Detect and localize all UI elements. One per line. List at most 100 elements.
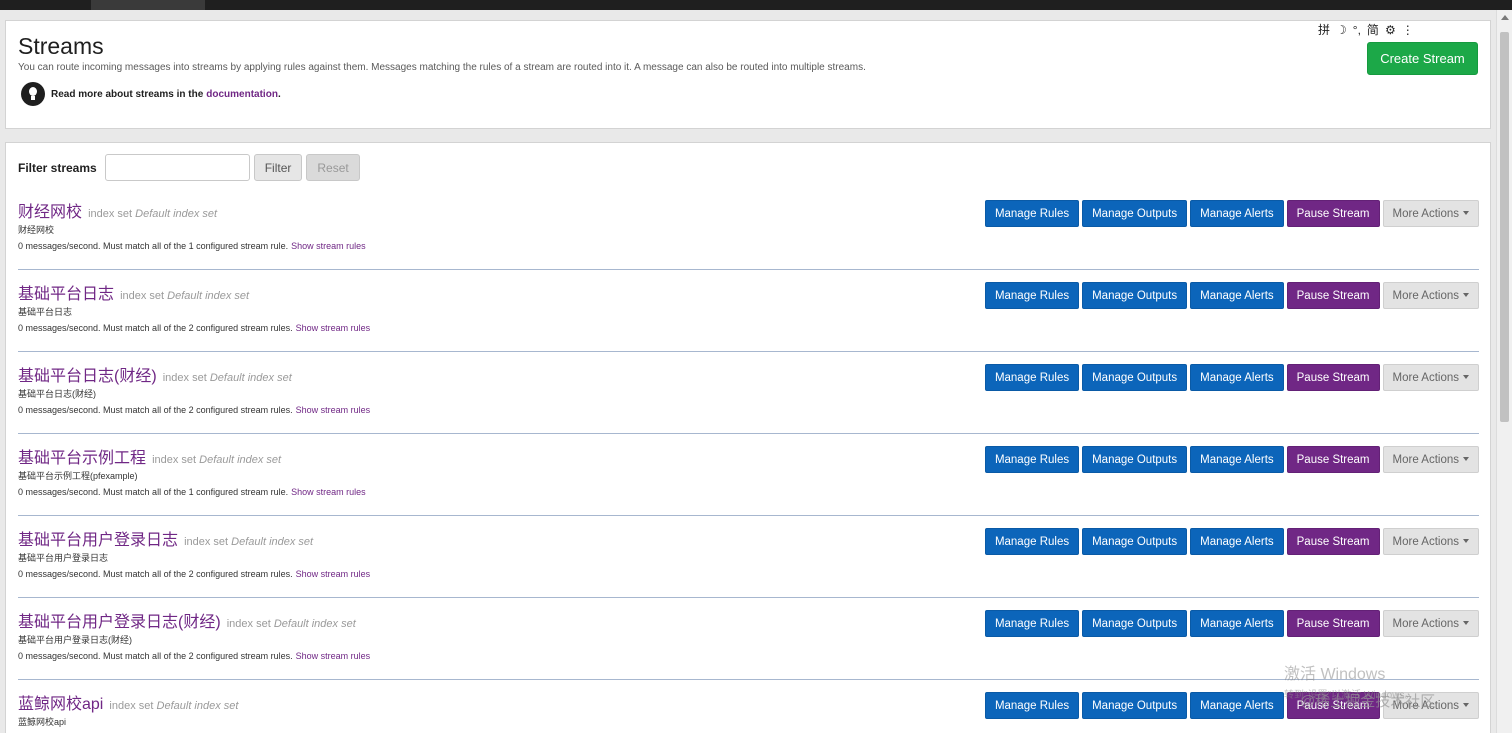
stream-title-link[interactable]: 基础平台示例工程 [18, 450, 146, 467]
stream-meta-text: 0 messages/second. Must match all of the… [18, 323, 293, 333]
filter-input[interactable] [104, 154, 250, 181]
more-actions-label: More Actions [1392, 453, 1459, 466]
stream-actions: Manage Rules Manage Outputs Manage Alerts P… [984, 200, 1479, 227]
stream-description: 财经网校 [18, 225, 55, 235]
pause-stream-button[interactable]: Pause Stream [1286, 610, 1380, 637]
manage-rules-button[interactable]: Manage Rules [984, 692, 1080, 719]
pause-stream-button[interactable]: Pause Stream [1286, 446, 1380, 473]
manage-alerts-button[interactable]: Manage Alerts [1190, 446, 1284, 473]
more-actions-button[interactable]: More Actions [1382, 446, 1479, 473]
page-title: Streams [18, 33, 104, 59]
more-actions-button[interactable]: More Actions [1382, 692, 1479, 719]
stream-title-link[interactable]: 基础平台日志(财经) [18, 368, 157, 385]
streams-list-panel: Filter streams Filter Reset 财经网校 index s… [5, 142, 1491, 733]
index-set-prefix: index set [226, 618, 271, 630]
show-stream-rules-link[interactable]: Show stream rules [291, 487, 366, 497]
index-set-prefix: index set [120, 290, 165, 302]
pause-stream-button[interactable]: Pause Stream [1286, 692, 1380, 719]
show-stream-rules-link[interactable]: Show stream rules [296, 569, 371, 579]
manage-outputs-button[interactable]: Manage Outputs [1082, 282, 1188, 309]
manage-rules-button[interactable]: Manage Rules [984, 528, 1080, 555]
manage-rules-button[interactable]: Manage Rules [984, 610, 1080, 637]
show-stream-rules-link[interactable]: Show stream rules [296, 323, 371, 333]
ime-more-icon[interactable]: ⋮ [1402, 23, 1414, 37]
ime-pinyin-icon[interactable]: 拼 [1318, 21, 1330, 38]
stream-meta-text: 0 messages/second. Must match all of the… [18, 651, 293, 661]
active-browser-tab[interactable] [91, 0, 205, 10]
stream-description: 基础平台日志 [18, 307, 73, 317]
stream-description: 基础平台示例工程(pfexample) [18, 471, 138, 481]
manage-outputs-button[interactable]: Manage Outputs [1082, 200, 1188, 227]
stream-title-link[interactable]: 蓝鲸网校api [18, 696, 103, 713]
manage-outputs-button[interactable]: Manage Outputs [1082, 446, 1188, 473]
streams-header-panel: Streams You can route incoming messages … [5, 20, 1491, 129]
caret-down-icon [1463, 621, 1469, 626]
caret-down-icon [1463, 539, 1469, 544]
manage-alerts-button[interactable]: Manage Alerts [1190, 692, 1284, 719]
stream-title-link[interactable]: 基础平台日志 [18, 286, 114, 303]
pause-stream-button[interactable]: Pause Stream [1286, 528, 1380, 555]
more-actions-button[interactable]: More Actions [1382, 282, 1479, 309]
manage-rules-button[interactable]: Manage Rules [984, 200, 1080, 227]
filter-row: Filter streams Filter Reset [18, 154, 364, 181]
ime-moon-icon[interactable]: ☽ [1336, 23, 1347, 37]
filter-button[interactable]: Filter [253, 154, 303, 181]
more-actions-button[interactable]: More Actions [1382, 200, 1479, 227]
caret-down-icon [1463, 293, 1469, 298]
manage-alerts-button[interactable]: Manage Alerts [1190, 364, 1284, 391]
index-set-info: index set Default index set [106, 700, 238, 712]
manage-rules-button[interactable]: Manage Rules [984, 446, 1080, 473]
index-set-name: Default index set [199, 454, 282, 466]
stream-throughput: 0 messages/second. Must match all of the… [18, 405, 370, 415]
index-set-name: Default index set [209, 372, 292, 384]
index-set-prefix: index set [88, 208, 133, 220]
create-stream-button[interactable]: Create Stream [1367, 42, 1478, 75]
scrollbar-thumb[interactable] [1500, 32, 1509, 422]
manage-outputs-button[interactable]: Manage Outputs [1082, 610, 1188, 637]
stream-meta-text: 0 messages/second. Must match all of the… [18, 487, 289, 497]
caret-down-icon [1463, 211, 1469, 216]
index-set-prefix: index set [184, 536, 229, 548]
index-set-name: Default index set [273, 618, 356, 630]
page-scrollbar[interactable] [1496, 10, 1512, 733]
manage-alerts-button[interactable]: Manage Alerts [1190, 282, 1284, 309]
stream-title-line: 基础平台日志 index set Default index set [18, 280, 249, 304]
page-description: You can route incoming messages into str… [18, 62, 866, 73]
reset-button[interactable]: Reset [306, 154, 360, 181]
manage-rules-button[interactable]: Manage Rules [984, 282, 1080, 309]
ime-simplified-icon[interactable]: 简 [1367, 21, 1379, 38]
manage-alerts-button[interactable]: Manage Alerts [1190, 200, 1284, 227]
stream-title-line: 基础平台示例工程 index set Default index set [18, 444, 281, 468]
manage-outputs-button[interactable]: Manage Outputs [1082, 364, 1188, 391]
more-actions-button[interactable]: More Actions [1382, 364, 1479, 391]
scroll-up-icon[interactable] [1501, 15, 1509, 20]
stream-title-link[interactable]: 基础平台用户登录日志 [18, 532, 178, 549]
manage-alerts-button[interactable]: Manage Alerts [1190, 528, 1284, 555]
index-set-info: index set Default index set [85, 208, 217, 220]
ime-punctuation-icon[interactable]: °, [1353, 23, 1361, 37]
show-stream-rules-link[interactable]: Show stream rules [296, 405, 371, 415]
stream-title-link[interactable]: 财经网校 [18, 204, 82, 221]
ime-settings-icon[interactable]: ⚙ [1385, 23, 1396, 37]
stream-actions: Manage Rules Manage Outputs Manage Alerts P… [984, 692, 1479, 719]
stream-title-link[interactable]: 基础平台用户登录日志(财经) [18, 614, 221, 631]
pause-stream-button[interactable]: Pause Stream [1286, 282, 1380, 309]
show-stream-rules-link[interactable]: Show stream rules [296, 651, 371, 661]
stream-actions: Manage Rules Manage Outputs Manage Alerts P… [984, 282, 1479, 309]
stream-meta-text: 0 messages/second. Must match all of the… [18, 241, 289, 251]
manage-outputs-button[interactable]: Manage Outputs [1082, 528, 1188, 555]
pause-stream-button[interactable]: Pause Stream [1286, 200, 1380, 227]
pause-stream-button[interactable]: Pause Stream [1286, 364, 1380, 391]
stream-actions: Manage Rules Manage Outputs Manage Alerts P… [984, 446, 1479, 473]
stream-description: 基础平台用户登录日志 [18, 553, 109, 563]
stream-throughput: 0 messages/second. Must match all of the… [18, 241, 366, 251]
documentation-link[interactable]: documentation [206, 89, 278, 100]
more-actions-label: More Actions [1392, 699, 1459, 712]
manage-outputs-button[interactable]: Manage Outputs [1082, 692, 1188, 719]
stream-title-line: 蓝鲸网校api index set Default index set [18, 690, 238, 714]
manage-rules-button[interactable]: Manage Rules [984, 364, 1080, 391]
show-stream-rules-link[interactable]: Show stream rules [291, 241, 366, 251]
more-actions-button[interactable]: More Actions [1382, 528, 1479, 555]
manage-alerts-button[interactable]: Manage Alerts [1190, 610, 1284, 637]
more-actions-button[interactable]: More Actions [1382, 610, 1479, 637]
